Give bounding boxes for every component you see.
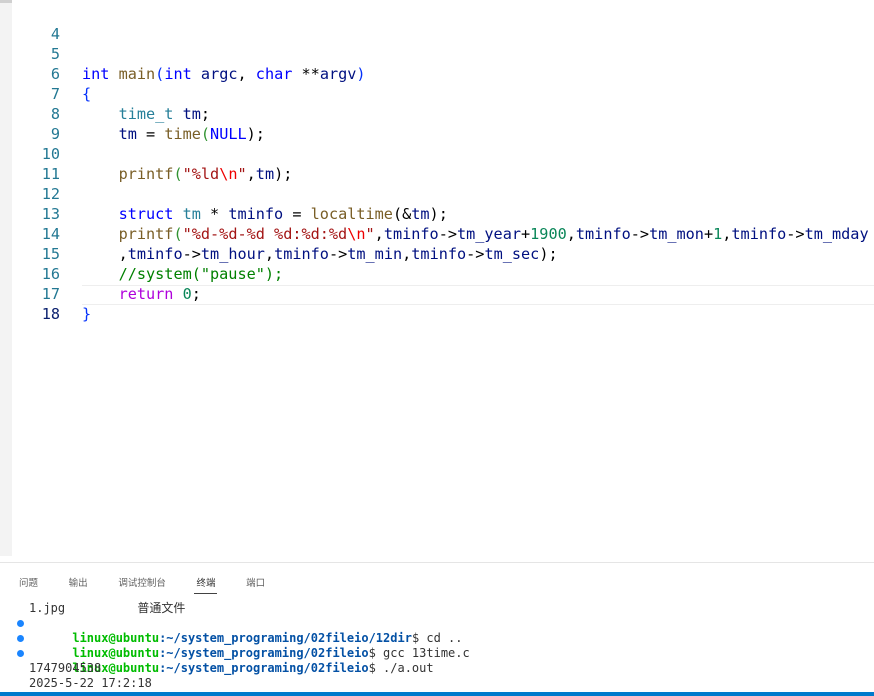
code-line: 15 //system("pause"); [12, 224, 874, 283]
command-status-dot-icon[interactable] [17, 620, 24, 627]
code-line: 17 } [12, 264, 874, 323]
code-line: 13 printf("%d-%d-%d %d:%d:%d\n",tminfo->… [12, 184, 874, 243]
line-number: 18 [41, 305, 60, 323]
activity-strip-marker [0, 0, 12, 3]
tab-problems[interactable]: 问题 [17, 573, 40, 594]
terminal-line: linux@ubuntu:~/system_programing/02filei… [0, 646, 874, 675]
code-editor[interactable]: 4 5 int main(int argc, char **argv) 6 { … [12, 0, 874, 562]
panel-tabs: 问题 输出 调试控制台 终端 端口 [17, 571, 284, 595]
tab-output[interactable]: 输出 [67, 573, 90, 594]
code-line: 10 printf("%ld\n",tm); [12, 124, 874, 183]
terminal[interactable]: 1.jpg 普通文件 linux@ubuntu:~/system_program… [0, 601, 874, 691]
code-line: 5 int main(int argc, char **argv) [12, 24, 874, 83]
code-line: 4 [12, 4, 874, 43]
code-line: 6 { [12, 44, 874, 103]
tab-terminal[interactable]: 终端 [194, 573, 218, 594]
tab-debug-console[interactable]: 调试控制台 [116, 573, 168, 594]
command-status-dot-icon[interactable] [17, 635, 24, 642]
tab-ports[interactable]: 端口 [244, 573, 267, 594]
status-bar [0, 692, 874, 696]
code-line: 18 [12, 284, 874, 323]
terminal-output-line: 1747904538 [29, 661, 102, 675]
terminal-line: linux@ubuntu:~/system_programing/02filei… [0, 631, 874, 660]
code-line: 9 [12, 104, 874, 143]
code-line: 14 ,tminfo->tm_hour,tminfo->tm_min,tminf… [12, 204, 874, 263]
terminal-output-line: 2025-5-22 17:2:18 [29, 676, 152, 690]
terminal-line: linux@ubuntu:~/system_programing/02filei… [0, 616, 874, 645]
command-status-dot-icon[interactable] [17, 650, 24, 657]
bottom-panel: 问题 输出 调试控制台 终端 端口 1.jpg 普通文件 linux@ubunt… [0, 562, 874, 693]
terminal-line: 1.jpg 普通文件 [29, 601, 186, 615]
code-line: 11 [12, 144, 874, 183]
code-line: 12 struct tm * tminfo = localtime(&tm); [12, 164, 874, 223]
code-line: 16 return 0; [12, 244, 874, 303]
code-line: 8 tm = time(NULL); [12, 84, 874, 143]
line-code[interactable]: } [82, 304, 91, 324]
token-bracket: } [82, 305, 92, 323]
code-line: 7 time_t tm; [12, 64, 874, 123]
